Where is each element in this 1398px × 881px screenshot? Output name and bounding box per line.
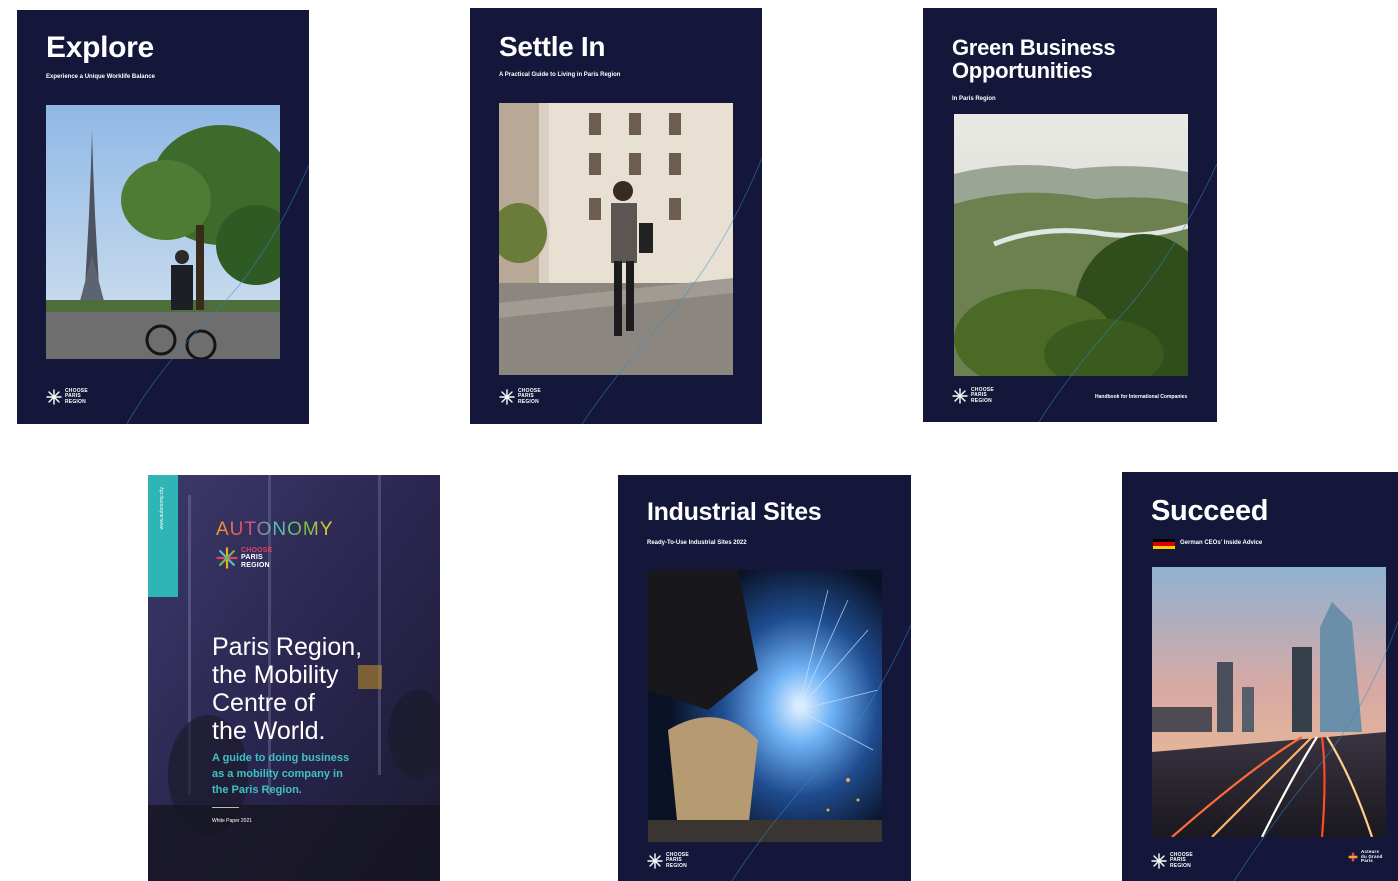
headline: Paris Region, the Mobility Centre of the… [212, 633, 362, 745]
cover-title: Explore [46, 31, 154, 64]
starburst-icon [216, 547, 238, 569]
cover-footnote: Handbook for International Companies [1095, 394, 1188, 400]
autonomy-brand: AUTONOMY [216, 519, 333, 541]
partner-line: Paris [1361, 858, 1374, 864]
choose-paris-region-logo: CHOOSE PARIS REGION [647, 852, 689, 869]
cover-subtitle: In Paris Region [952, 96, 996, 102]
choose-paris-region-logo: CHOOSE PARIS REGION [1151, 852, 1193, 869]
headline-line: the Mobility [212, 661, 339, 689]
logo-line: PARIS [241, 554, 263, 562]
starburst-icon [952, 388, 968, 404]
cover-explore[interactable]: Explore Experience a Unique Worklife Bal… [17, 10, 309, 424]
cover-green-business[interactable]: Green Business Opportunities In Paris Re… [923, 8, 1217, 422]
cover-subtitle: Ready-To-Use Industrial Sites 2022 [647, 540, 747, 546]
cover-subtitle: A Practical Guide to Living in Paris Reg… [499, 72, 621, 78]
logo-line: REGION [1170, 862, 1191, 869]
starburst-icon [499, 389, 515, 405]
lead-line: as a mobility company in [212, 767, 343, 780]
lead-line: the Paris Region. [212, 783, 302, 796]
german-flag-icon [1153, 539, 1175, 549]
cover-photo-welding [648, 570, 882, 842]
cross-icon [1348, 852, 1358, 862]
divider [212, 807, 239, 808]
logo-line: REGION [65, 398, 86, 405]
cover-photo-green-valley [954, 114, 1188, 376]
starburst-icon [46, 389, 62, 405]
cover-photo-eiffel-cyclist [46, 105, 280, 359]
cover-title: Settle In [499, 31, 606, 62]
cover-subtitle: Experience a Unique Worklife Balance [46, 74, 155, 80]
cover-succeed[interactable]: Succeed German CEOs' Inside Advice CHOOS… [1122, 472, 1398, 881]
logo-line: REGION [666, 862, 687, 869]
cover-title: Succeed [1151, 495, 1269, 527]
cover-subtitle: German CEOs' Inside Advice [1180, 540, 1263, 546]
headline-line: Centre of [212, 689, 315, 717]
starburst-icon [1151, 853, 1167, 869]
sidebar-strip: www.autonomy.city [148, 475, 178, 597]
logo-line: CHOOSE [241, 547, 273, 554]
website-text: www.autonomy.city [159, 487, 165, 530]
choose-paris-region-logo: CHOOSE PARIS REGION [952, 387, 994, 404]
lead-text: A guide to doing business as a mobility … [212, 751, 349, 799]
cover-autonomy-white-paper[interactable]: www.autonomy.city AUTONOMY CHOOSE PARIS RE… [148, 475, 440, 881]
logo-line: REGION [518, 398, 539, 405]
headline-line: the World. [212, 717, 326, 745]
white-paper-label: White Paper 2021 [212, 818, 253, 824]
choose-paris-region-logo: CHOOSE PARIS REGION [216, 547, 273, 569]
cover-industrial-sites[interactable]: Industrial Sites Ready-To-Use Industrial… [618, 475, 911, 881]
cover-title: Industrial Sites [647, 498, 822, 526]
cover-photo-la-defense-skyline [1152, 567, 1386, 837]
logo-line: REGION [971, 397, 992, 404]
cover-title: Green Business Opportunities [952, 35, 1116, 83]
headline-line: Paris Region, [212, 633, 363, 661]
brand-text: AUTONOMY [216, 519, 334, 540]
cover-photo-woman-street [499, 103, 733, 375]
logo-line: REGION [241, 561, 270, 569]
partner-logo: Acteurs du Grand Paris [1348, 849, 1383, 864]
choose-paris-region-logo: CHOOSE PARIS REGION [499, 388, 541, 405]
starburst-icon [647, 853, 663, 869]
choose-paris-region-logo: CHOOSE PARIS REGION [46, 388, 88, 405]
cover-settle-in[interactable]: Settle In A Practical Guide to Living in… [470, 8, 762, 424]
lead-line: A guide to doing business [212, 752, 350, 764]
